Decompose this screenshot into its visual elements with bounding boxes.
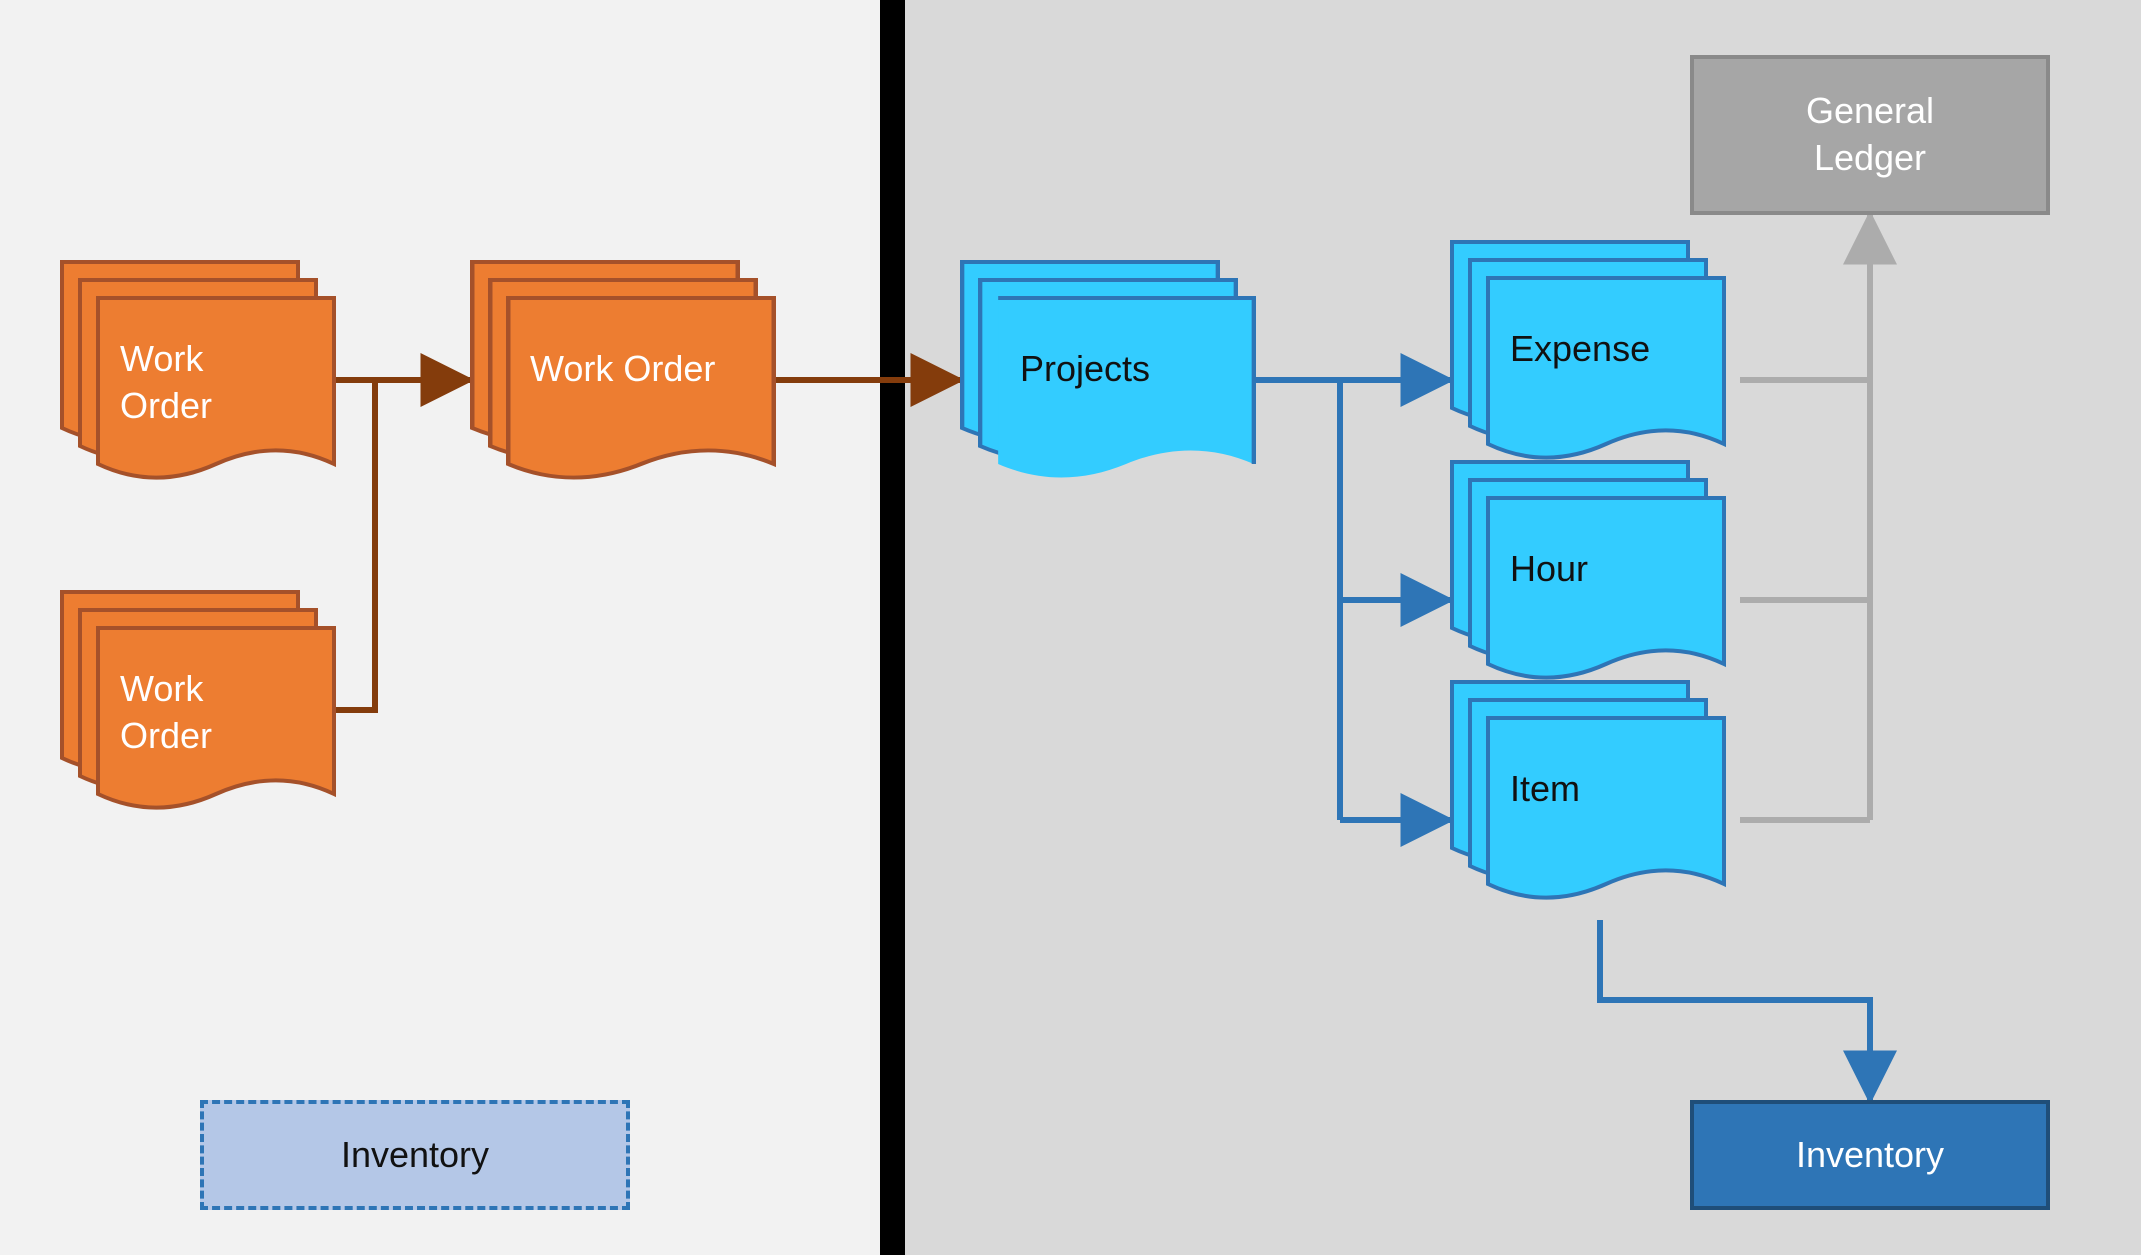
- node-inventory-right: Inventory: [1690, 1100, 2050, 1210]
- label-hour: Hour: [1510, 546, 1714, 593]
- label-inventory-right: Inventory: [1796, 1132, 1944, 1179]
- label-work-order-2: WorkOrder: [120, 666, 324, 760]
- panel-divider: [880, 0, 905, 1255]
- diagram-stage: WorkOrder WorkOrder Work Order Inventory: [0, 0, 2141, 1255]
- node-general-ledger: GeneralLedger: [1690, 55, 2050, 215]
- label-item: Item: [1510, 766, 1714, 813]
- label-projects: Projects: [1020, 346, 1244, 393]
- label-expense: Expense: [1510, 326, 1714, 373]
- label-work-order-main: Work Order: [530, 346, 764, 393]
- label-general-ledger: GeneralLedger: [1806, 88, 1934, 182]
- label-work-order-1: WorkOrder: [120, 336, 324, 430]
- label-inventory-left: Inventory: [341, 1132, 489, 1179]
- node-inventory-left: Inventory: [200, 1100, 630, 1210]
